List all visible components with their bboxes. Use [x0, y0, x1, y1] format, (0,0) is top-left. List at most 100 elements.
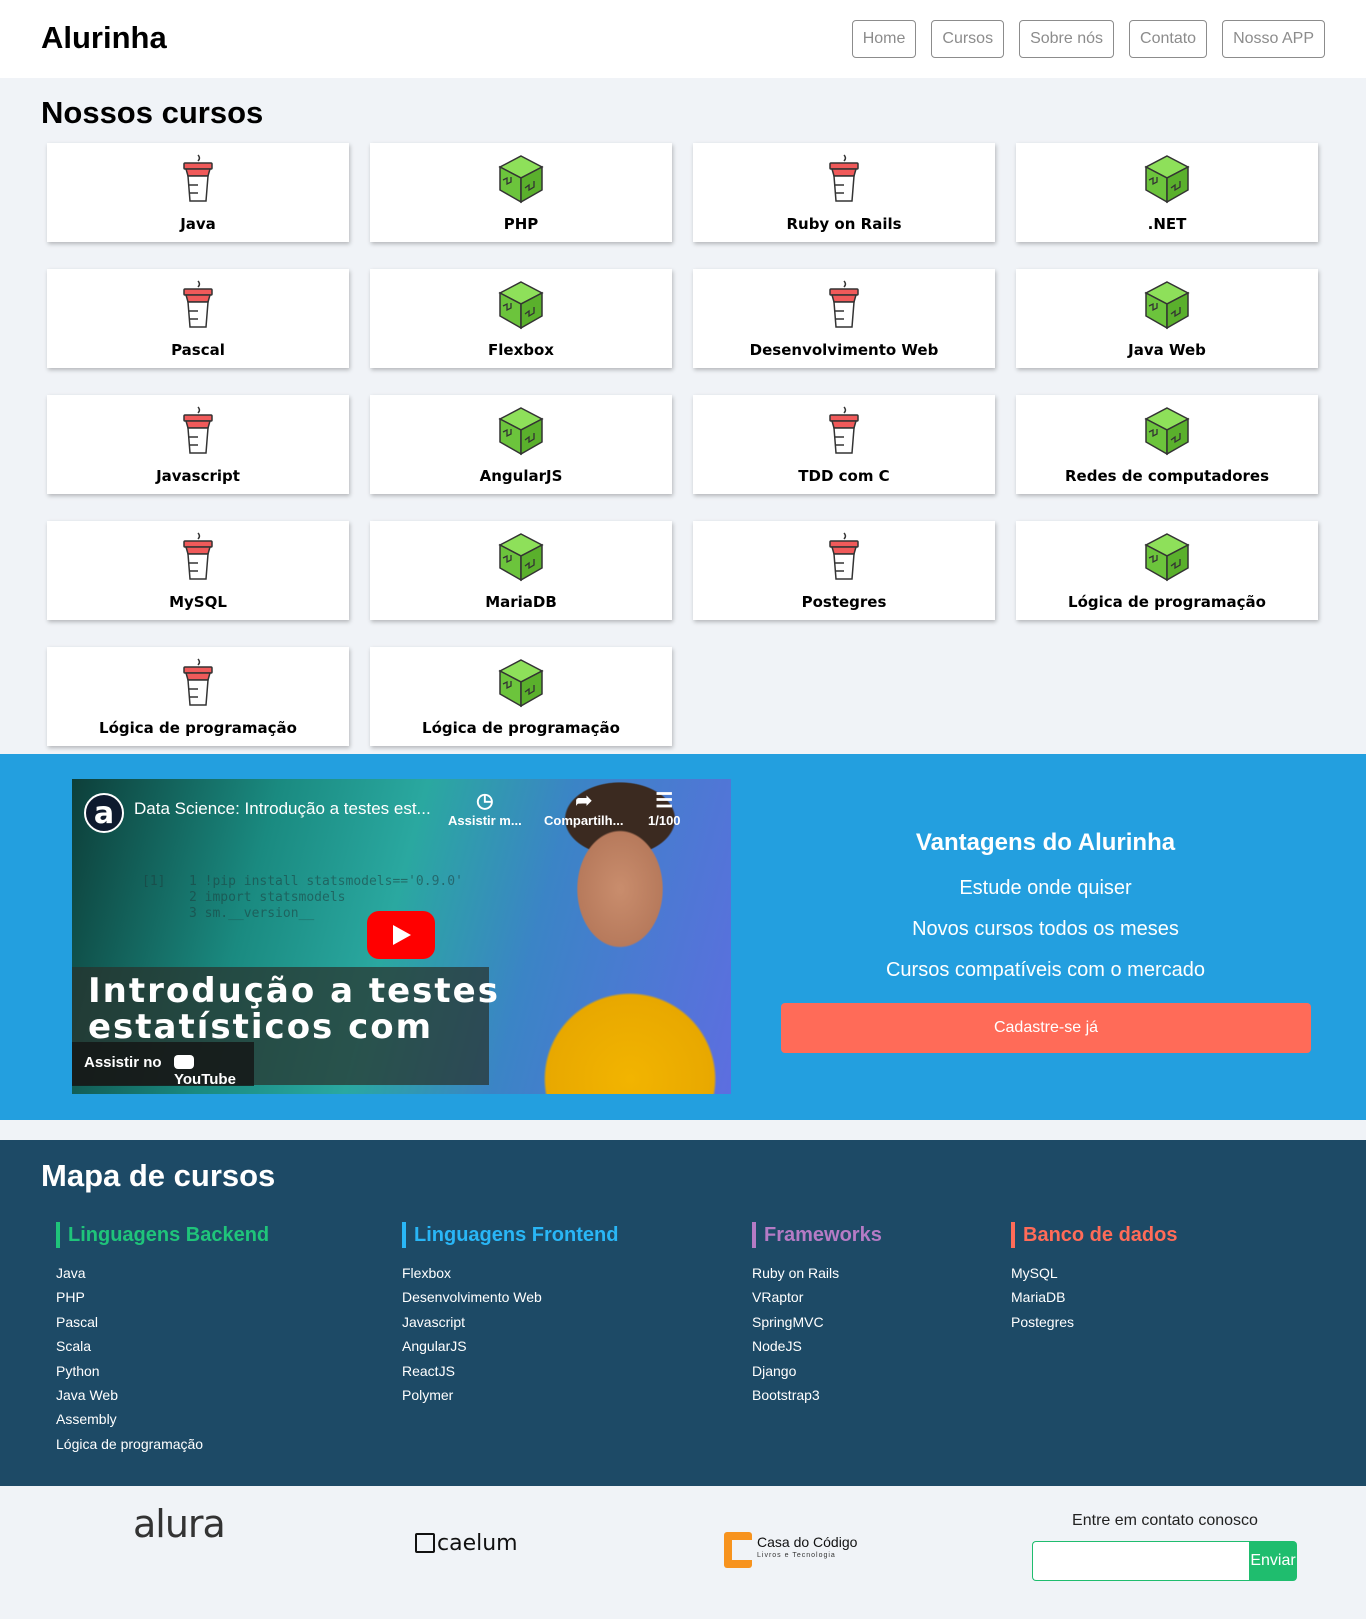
course-map-link[interactable]: VRaptor	[752, 1285, 882, 1309]
course-map-link[interactable]: NodeJS	[752, 1334, 882, 1358]
course-map-link[interactable]: Polymer	[402, 1383, 618, 1407]
course-card[interactable]: PHP	[370, 143, 672, 242]
cup-icon	[174, 532, 222, 584]
cup-icon	[820, 406, 868, 458]
nav-about-button[interactable]: Sobre nós	[1019, 20, 1115, 58]
course-card-label: Flexbox	[488, 341, 554, 359]
course-map-link[interactable]: Flexbox	[402, 1261, 618, 1285]
course-map-link[interactable]: Java Web	[56, 1383, 269, 1407]
caelum-logo-text: caelum	[437, 1531, 518, 1556]
course-card[interactable]: Ruby on Rails	[693, 143, 995, 242]
course-card[interactable]: Desenvolvimento Web	[693, 269, 995, 368]
watch-on-youtube-button[interactable]: Assistir no YouTube	[72, 1042, 254, 1088]
cdc-logo-tagline: Livros e Tecnologia	[757, 1552, 836, 1559]
cube-icon	[497, 280, 545, 332]
cup-icon	[820, 280, 868, 332]
advantage-item: Estude onde quiser	[959, 877, 1132, 899]
course-card-label: MariaDB	[485, 593, 557, 611]
course-map-link[interactable]: Javascript	[402, 1310, 618, 1334]
course-card[interactable]: Java Web	[1016, 269, 1318, 368]
cdc-logo-name: Casa do Código	[757, 1534, 858, 1550]
course-map-link[interactable]: Java	[56, 1261, 269, 1285]
alura-logo[interactable]: alura	[133, 1502, 226, 1546]
course-map-link[interactable]: MariaDB	[1011, 1285, 1177, 1309]
nav-contact-button[interactable]: Contato	[1129, 20, 1208, 58]
cube-icon	[1143, 280, 1191, 332]
caelum-logo[interactable]: caelum	[415, 1531, 518, 1556]
play-button-icon[interactable]	[367, 911, 435, 959]
share-button[interactable]: ➦ Compartilh...	[544, 789, 623, 828]
course-card[interactable]: Javascript	[47, 395, 349, 494]
course-map-list: Ruby on Rails VRaptor SpringMVC NodeJS Djang…	[752, 1261, 882, 1407]
watch-on-label: Assistir no	[84, 1054, 162, 1071]
course-map-column-heading: Linguagens Frontend	[402, 1222, 618, 1248]
signup-button[interactable]: Cadastre-se já	[781, 1003, 1311, 1053]
watch-later-button[interactable]: ◷ Assistir m...	[448, 789, 522, 828]
course-map-link[interactable]: PHP	[56, 1285, 269, 1309]
course-map-link[interactable]: Python	[56, 1359, 269, 1383]
cube-icon	[497, 658, 545, 710]
course-map-link[interactable]: Pascal	[56, 1310, 269, 1334]
cup-icon	[174, 154, 222, 206]
course-card-label: Pascal	[171, 341, 225, 359]
course-card[interactable]: Lógica de programação	[47, 647, 349, 746]
video-title[interactable]: Data Science: Introdução a testes est...	[134, 799, 431, 819]
course-card[interactable]: Flexbox	[370, 269, 672, 368]
course-map-list: MySQL MariaDB Postegres	[1011, 1261, 1177, 1334]
course-map-link[interactable]: Django	[752, 1359, 882, 1383]
course-map-link[interactable]: MySQL	[1011, 1261, 1177, 1285]
clock-icon: ◷	[476, 790, 494, 812]
course-card[interactable]: Lógica de programação	[370, 647, 672, 746]
channel-logo-icon[interactable]: a	[84, 793, 124, 833]
nav-app-button[interactable]: Nosso APP	[1222, 20, 1325, 58]
course-map-column: Frameworks Ruby on Rails VRaptor SpringMVC N…	[752, 1222, 882, 1407]
course-card-label: Lógica de programação	[1068, 593, 1266, 611]
nav-home-button[interactable]: Home	[851, 20, 917, 58]
site-header: Alurinha Home Cursos Sobre nós Contato N…	[0, 0, 1366, 78]
cube-icon	[1143, 406, 1191, 458]
course-map-list: Java PHP Pascal Scala Python Java Web Assembly…	[56, 1261, 269, 1456]
course-card[interactable]: Postegres	[693, 521, 995, 620]
send-button[interactable]: Enviar	[1249, 1541, 1297, 1581]
nav-courses-button[interactable]: Cursos	[931, 20, 1005, 58]
course-map-link[interactable]: Scala	[56, 1334, 269, 1358]
advantages-panel: Vantagens do Alurinha Estude onde quiser…	[780, 829, 1311, 982]
course-card[interactable]: MySQL	[47, 521, 349, 620]
brand-logo[interactable]: Alurinha	[41, 20, 167, 56]
course-card-label: Lógica de programação	[99, 719, 297, 737]
course-card[interactable]: MariaDB	[370, 521, 672, 620]
course-card-label: AngularJS	[479, 467, 563, 485]
course-card[interactable]: AngularJS	[370, 395, 672, 494]
course-card[interactable]: Lógica de programação	[1016, 521, 1318, 620]
course-map-column-heading: Banco de dados	[1011, 1222, 1177, 1248]
advantage-item: Cursos compatíveis com o mercado	[885, 959, 1205, 981]
course-card[interactable]: Pascal	[47, 269, 349, 368]
share-label: Compartilh...	[544, 813, 624, 828]
caelum-mark-icon	[415, 1533, 435, 1553]
cup-icon	[174, 406, 222, 458]
course-map-link[interactable]: Assembly	[56, 1407, 269, 1431]
course-map-column: Linguagens Backend Java PHP Pascal Scala Pyth…	[56, 1222, 269, 1456]
course-card-label: .NET	[1147, 215, 1187, 233]
course-map-link[interactable]: Postegres	[1011, 1310, 1177, 1334]
course-card[interactable]: Redes de computadores	[1016, 395, 1318, 494]
watch-later-label: Assistir m...	[448, 813, 522, 828]
video-embed[interactable]: [1] 1 !pip install statsmodels=='0.9.0' …	[72, 779, 731, 1094]
course-map-link[interactable]: Lógica de programação	[56, 1432, 269, 1456]
course-map-link[interactable]: ReactJS	[402, 1359, 618, 1383]
cup-icon	[174, 658, 222, 710]
course-map-link[interactable]: Desenvolvimento Web	[402, 1285, 618, 1309]
course-map-link[interactable]: SpringMVC	[752, 1310, 882, 1334]
course-map-link[interactable]: AngularJS	[402, 1334, 618, 1358]
cube-icon	[497, 406, 545, 458]
course-map-link[interactable]: Bootstrap3	[752, 1383, 882, 1407]
course-card[interactable]: .NET	[1016, 143, 1318, 242]
course-card[interactable]: TDD com C	[693, 395, 995, 494]
course-card[interactable]: Java	[47, 143, 349, 242]
playlist-button[interactable]: ☰ 1/100	[648, 789, 681, 828]
course-card-label: Postegres	[801, 593, 887, 611]
contact-input[interactable]	[1032, 1541, 1250, 1581]
share-icon: ➦	[575, 790, 593, 812]
course-map-link[interactable]: Ruby on Rails	[752, 1261, 882, 1285]
main-nav: Home Cursos Sobre nós Contato Nosso APP	[851, 20, 1325, 58]
